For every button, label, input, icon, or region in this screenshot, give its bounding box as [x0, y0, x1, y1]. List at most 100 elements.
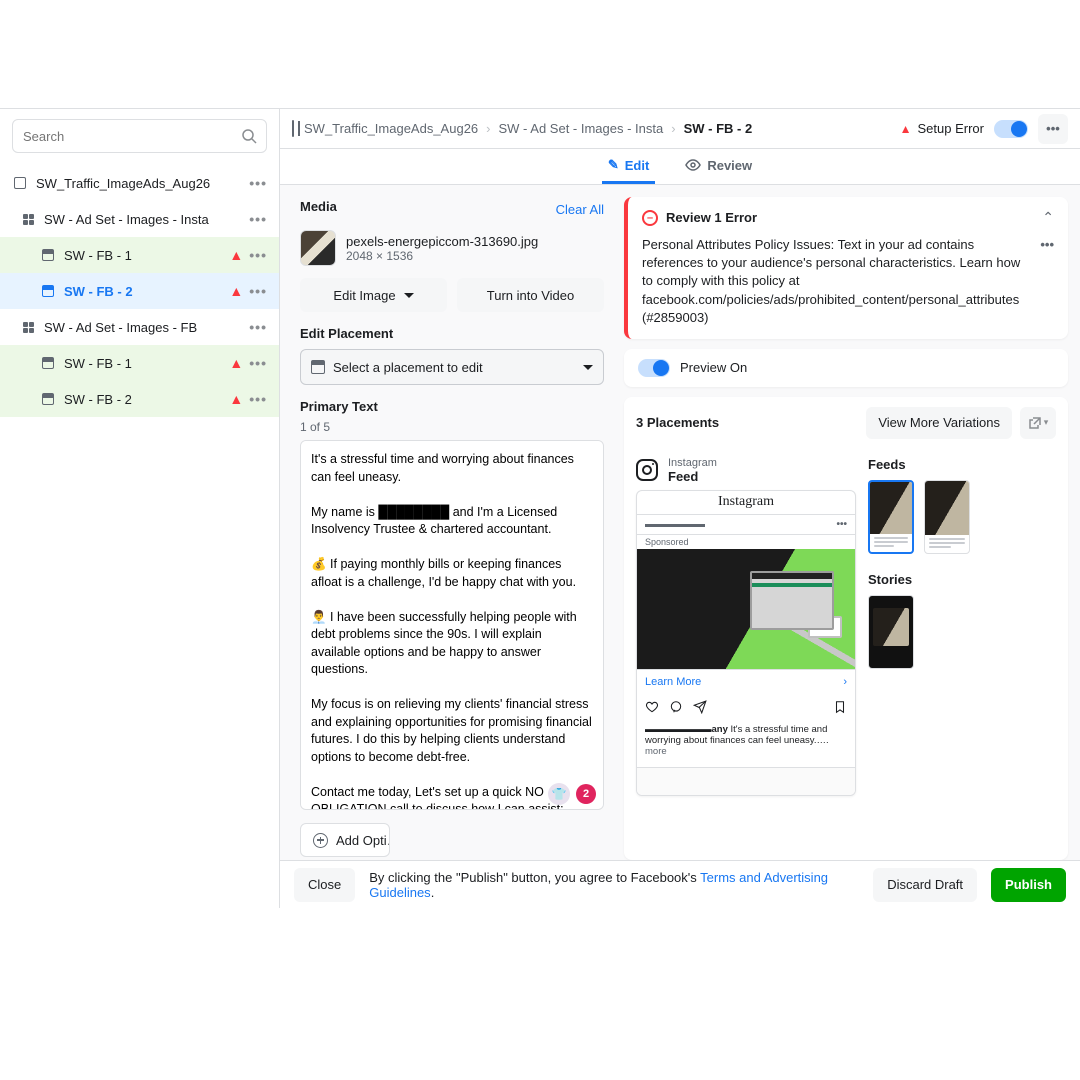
warning-icon: ▲ [229, 247, 243, 263]
ad-status-toggle[interactable] [994, 120, 1028, 138]
add-option-button[interactable]: Add Opti… [300, 823, 390, 857]
grammar-check-icon[interactable]: 👕 [548, 783, 570, 805]
warning-icon: ▲ [229, 391, 243, 407]
warning-icon: ▲ [900, 122, 912, 136]
ad-icon [40, 283, 56, 299]
tab-edit[interactable]: ✎ Edit [602, 149, 655, 184]
caret-down-icon [404, 293, 414, 303]
search-input[interactable] [12, 119, 267, 153]
publish-disclaimer: By clicking the "Publish" button, you ag… [369, 870, 859, 900]
tree-label: SW - FB - 1 [64, 248, 229, 263]
placements-count: 3 Placements [636, 415, 858, 430]
chevron-right-icon: › [486, 121, 490, 136]
error-more-icon[interactable]: ••• [1040, 236, 1054, 254]
media-dimensions: 2048 × 1536 [346, 249, 538, 263]
preview-cta[interactable]: Learn More › [637, 669, 855, 694]
preview-image [637, 549, 855, 669]
search-icon [241, 128, 257, 144]
preview-toggle-label: Preview On [680, 360, 747, 375]
chevron-up-icon[interactable]: ⌃ [1042, 209, 1054, 226]
adset-icon [20, 211, 36, 227]
edit-placement-heading: Edit Placement [300, 326, 604, 341]
error-body: Personal Attributes Policy Issues: Text … [642, 237, 1020, 325]
clear-all-link[interactable]: Clear All [556, 202, 604, 217]
topbar-more-button[interactable]: ••• [1038, 114, 1068, 144]
instagram-icon [636, 459, 658, 481]
stories-heading: Stories [868, 572, 1056, 587]
review-error-card: – Review 1 Error ⌃ Personal Attributes P… [624, 197, 1068, 339]
ad-icon [40, 355, 56, 371]
row-more-icon[interactable]: ••• [249, 211, 267, 227]
tree-ad-2-selected[interactable]: SW - FB - 2 ▲ ••• [0, 273, 279, 309]
ad-icon [40, 247, 56, 263]
tree-label: SW - Ad Set - Images - Insta [44, 212, 249, 227]
instagram-logo-text: Instagram [637, 491, 855, 515]
post-more-icon: ••• [836, 519, 847, 530]
issue-count-badge: 2 [576, 784, 596, 804]
breadcrumb-item[interactable]: SW_Traffic_ImageAds_Aug26 [304, 121, 478, 136]
edit-image-dropdown[interactable]: Edit Image [300, 278, 447, 312]
search-field[interactable] [12, 119, 267, 153]
warning-icon: ▲ [229, 283, 243, 299]
tree-ad-4[interactable]: SW - FB - 2 ▲ ••• [0, 381, 279, 417]
turn-into-video-button[interactable]: Turn into Video [457, 278, 604, 312]
ad-icon [40, 391, 56, 407]
folder-icon [12, 175, 28, 191]
tree-ad-3[interactable]: SW - FB - 1 ▲ ••• [0, 345, 279, 381]
breadcrumb: SW_Traffic_ImageAds_Aug26 › SW - Ad Set … [304, 121, 890, 136]
publish-button[interactable]: Publish [991, 868, 1066, 902]
error-icon: – [642, 210, 658, 226]
caption-more[interactable]: more [645, 746, 667, 757]
view-more-variations-button[interactable]: View More Variations [866, 407, 1012, 439]
feed-variation-1[interactable] [868, 480, 914, 554]
tree-adset-2[interactable]: SW - Ad Set - Images - FB ••• [0, 309, 279, 345]
placement-icon [311, 360, 325, 374]
primary-text-input[interactable] [300, 440, 604, 810]
tree-adset-1[interactable]: SW - Ad Set - Images - Insta ••• [0, 201, 279, 237]
breadcrumb-current: SW - FB - 2 [684, 121, 753, 136]
tree-label: SW - FB - 2 [64, 284, 229, 299]
primary-text-heading: Primary Text [300, 399, 604, 414]
tree-label: SW - FB - 1 [64, 356, 229, 371]
row-more-icon[interactable]: ••• [249, 319, 267, 335]
row-more-icon[interactable]: ••• [249, 175, 267, 191]
warning-icon: ▲ [229, 355, 243, 371]
tree-ad-1[interactable]: SW - FB - 1 ▲ ••• [0, 237, 279, 273]
setup-error-indicator: ▲ Setup Error [900, 121, 984, 136]
discard-draft-button[interactable]: Discard Draft [873, 868, 977, 902]
placement-select[interactable]: Select a placement to edit [300, 349, 604, 385]
preview-platform: Instagram [668, 457, 717, 469]
preview-toggle[interactable] [638, 359, 670, 377]
comment-icon [669, 700, 683, 714]
tree-label: SW_Traffic_ImageAds_Aug26 [36, 176, 249, 191]
row-more-icon[interactable]: ••• [249, 283, 267, 299]
error-heading: Review 1 Error [666, 210, 757, 225]
primary-text-counter: 1 of 5 [300, 420, 604, 434]
panel-toggle-icon[interactable] [292, 121, 294, 136]
sponsored-label: Sponsored [637, 535, 855, 549]
plus-circle-icon [313, 833, 328, 848]
pencil-icon: ✎ [608, 157, 619, 173]
chevron-right-icon: › [843, 676, 847, 688]
row-more-icon[interactable]: ••• [249, 247, 267, 263]
media-thumbnail[interactable] [300, 230, 336, 266]
chevron-right-icon: › [671, 121, 675, 136]
media-filename: pexels-energepiccom-313690.jpg [346, 234, 538, 249]
row-more-icon[interactable]: ••• [249, 391, 267, 407]
feed-variation-2[interactable] [924, 480, 970, 554]
preview-phone-frame: Instagram ▬▬▬▬▬▬ ••• Sponsored Learn Mor… [636, 490, 856, 796]
tree-label: SW - Ad Set - Images - FB [44, 320, 249, 335]
breadcrumb-item[interactable]: SW - Ad Set - Images - Insta [499, 121, 664, 136]
heart-icon [645, 700, 659, 714]
share-icon [693, 700, 707, 714]
row-more-icon[interactable]: ••• [249, 355, 267, 371]
open-preview-dropdown[interactable]: ▾ [1020, 407, 1056, 439]
media-heading: Media [300, 199, 337, 214]
close-button[interactable]: Close [294, 868, 355, 902]
tree-label: SW - FB - 2 [64, 392, 229, 407]
tree-campaign[interactable]: SW_Traffic_ImageAds_Aug26 ••• [0, 165, 279, 201]
story-variation-1[interactable] [868, 595, 914, 669]
feeds-heading: Feeds [868, 457, 1056, 472]
tab-review[interactable]: Review [679, 149, 758, 184]
adset-icon [20, 319, 36, 335]
